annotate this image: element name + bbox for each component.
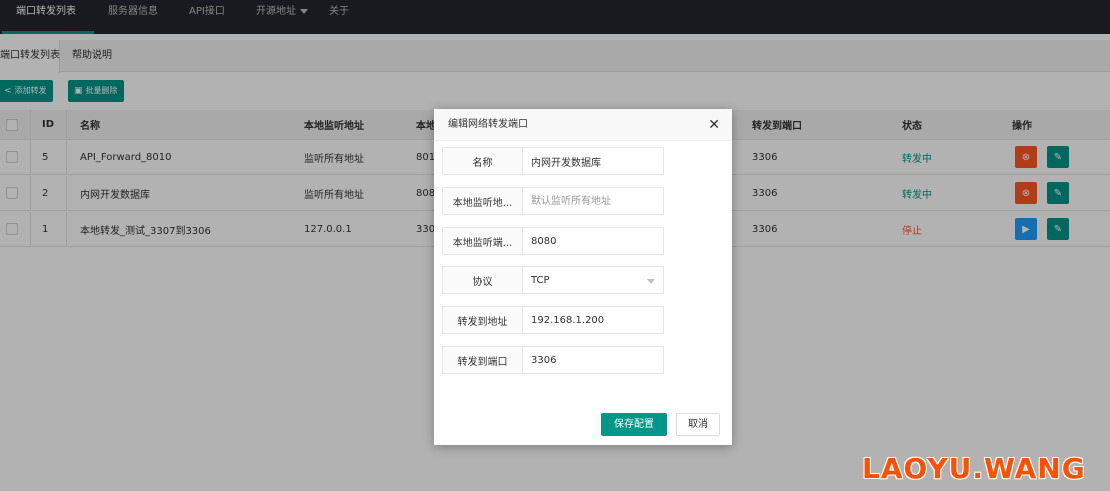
form-row-target-addr: 转发到地址 [442,306,664,334]
chevron-down-icon [647,279,655,284]
edit-forward-dialog: 编辑网络转发端口 ✕ 名称 本地监听地... 本地监听端... 协议 TCP 转… [434,109,732,445]
field-label: 转发到地址 [442,306,523,334]
form-row-name: 名称 [442,147,664,175]
dialog-header: 编辑网络转发端口 ✕ [434,109,732,141]
dialog-title: 编辑网络转发端口 [448,119,528,130]
close-icon[interactable]: ✕ [708,109,720,141]
listen-addr-input[interactable] [522,187,664,215]
protocol-select[interactable]: TCP [522,266,664,294]
name-input[interactable] [522,147,664,175]
field-label: 本地监听端... [442,227,523,255]
field-label: 名称 [442,147,523,175]
watermark: LAOYU.WANG [862,452,1086,485]
field-label: 本地监听地... [442,187,523,215]
form-row-listen-addr: 本地监听地... [442,187,664,215]
form-row-target-port: 转发到端口 [442,346,664,374]
target-addr-input[interactable] [522,306,664,334]
protocol-selected-value: TCP [531,274,550,286]
target-port-input[interactable] [522,346,664,374]
form-row-listen-port: 本地监听端... [442,227,664,255]
field-label: 转发到端口 [442,346,523,374]
save-config-button[interactable]: 保存配置 [601,413,667,436]
cancel-button[interactable]: 取消 [676,413,720,436]
listen-port-input[interactable] [522,227,664,255]
field-label: 协议 [442,266,523,294]
form-row-protocol: 协议 TCP [442,266,664,294]
